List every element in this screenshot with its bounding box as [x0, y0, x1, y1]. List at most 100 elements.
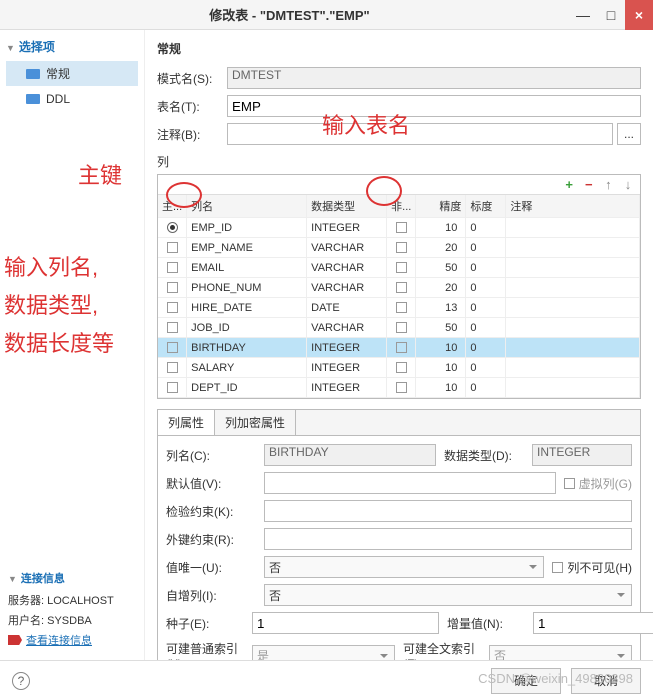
pk-checkbox[interactable] — [167, 342, 178, 353]
pk-checkbox[interactable] — [167, 322, 178, 333]
cell-prec[interactable]: 10 — [416, 218, 466, 238]
cancel-button[interactable]: 取消 — [571, 668, 641, 694]
pk-checkbox[interactable] — [167, 242, 178, 253]
cell-name[interactable]: DEPT_ID — [187, 378, 307, 398]
nn-checkbox[interactable] — [396, 322, 407, 333]
comment-input[interactable] — [227, 123, 613, 145]
col-hd-pk[interactable]: 主... — [158, 195, 187, 218]
nn-checkbox[interactable] — [396, 222, 407, 233]
pk-checkbox[interactable] — [167, 262, 178, 273]
tab-col-props[interactable]: 列属性 — [158, 410, 215, 435]
cell-scale[interactable]: 0 — [466, 278, 506, 298]
cell-scale[interactable]: 0 — [466, 238, 506, 258]
cell-scale[interactable]: 0 — [466, 358, 506, 378]
cell-prec[interactable]: 20 — [416, 278, 466, 298]
cell-comment[interactable] — [506, 218, 640, 238]
maximize-button[interactable]: □ — [597, 0, 625, 30]
cell-comment[interactable] — [506, 338, 640, 358]
cell-comment[interactable] — [506, 258, 640, 278]
cell-scale[interactable]: 0 — [466, 338, 506, 358]
cell-type[interactable]: INTEGER — [307, 358, 387, 378]
cell-prec[interactable]: 10 — [416, 378, 466, 398]
cell-prec[interactable]: 20 — [416, 238, 466, 258]
nn-checkbox[interactable] — [396, 282, 407, 293]
cell-type[interactable]: DATE — [307, 298, 387, 318]
cell-prec[interactable]: 50 — [416, 318, 466, 338]
cell-type[interactable]: INTEGER — [307, 218, 387, 238]
cell-comment[interactable] — [506, 278, 640, 298]
comment-more-button[interactable]: ... — [617, 123, 641, 145]
fk-input[interactable] — [264, 528, 632, 550]
incr-input[interactable] — [533, 612, 653, 634]
cell-comment[interactable] — [506, 238, 640, 258]
fulltext-select[interactable]: 否 — [489, 645, 632, 661]
close-button[interactable]: × — [625, 0, 653, 30]
columns-grid[interactable]: 主... 列名 数据类型 非... 精度 标度 注释 EMP_IDINTEGER… — [158, 195, 640, 398]
cell-type[interactable]: VARCHAR — [307, 238, 387, 258]
unique-select[interactable]: 否 — [264, 556, 544, 578]
table-row[interactable]: EMP_IDINTEGER 100 — [158, 218, 640, 238]
table-row[interactable]: SALARYINTEGER 100 — [158, 358, 640, 378]
nn-checkbox[interactable] — [396, 382, 407, 393]
minimize-button[interactable]: — — [569, 0, 597, 30]
ok-button[interactable]: 确定 — [491, 668, 561, 694]
tab-col-encrypt[interactable]: 列加密属性 — [215, 410, 296, 435]
default-input[interactable] — [264, 472, 556, 494]
cell-scale[interactable]: 0 — [466, 378, 506, 398]
pk-checkbox[interactable] — [167, 382, 178, 393]
sidebar-item-ddl[interactable]: DDL — [6, 88, 138, 110]
nn-checkbox[interactable] — [396, 242, 407, 253]
cell-type[interactable]: VARCHAR — [307, 318, 387, 338]
cell-scale[interactable]: 0 — [466, 318, 506, 338]
move-down-icon[interactable]: ↓ — [620, 177, 636, 192]
cell-type[interactable]: INTEGER — [307, 378, 387, 398]
add-column-icon[interactable]: + — [561, 177, 577, 192]
table-row[interactable]: HIRE_DATEDATE130 — [158, 298, 640, 318]
idx-select[interactable]: 是 — [252, 645, 395, 661]
cell-comment[interactable] — [506, 358, 640, 378]
nn-checkbox[interactable] — [396, 342, 407, 353]
nn-checkbox[interactable] — [396, 362, 407, 373]
table-row[interactable]: JOB_IDVARCHAR 500 — [158, 318, 640, 338]
cell-name[interactable]: JOB_ID — [187, 318, 307, 338]
table-name-input[interactable] — [227, 95, 641, 117]
cell-name[interactable]: EMP_NAME — [187, 238, 307, 258]
table-row[interactable]: EMP_NAMEVARCHAR 200 — [158, 238, 640, 258]
pk-checkbox[interactable] — [167, 302, 178, 313]
view-connection-link[interactable]: 查看连接信息 — [8, 632, 137, 648]
cell-name[interactable]: EMAIL — [187, 258, 307, 278]
cell-name[interactable]: EMP_ID — [187, 218, 307, 238]
pk-checkbox[interactable] — [167, 362, 178, 373]
cell-type[interactable]: VARCHAR — [307, 258, 387, 278]
col-hd-type[interactable]: 数据类型 — [307, 195, 387, 218]
cell-prec[interactable]: 10 — [416, 358, 466, 378]
cell-scale[interactable]: 0 — [466, 298, 506, 318]
table-row[interactable]: PHONE_NUMVARCHAR 200 — [158, 278, 640, 298]
move-up-icon[interactable]: ↑ — [600, 177, 616, 192]
cell-type[interactable]: INTEGER — [307, 338, 387, 358]
cell-scale[interactable]: 0 — [466, 218, 506, 238]
table-row[interactable]: BIRTHDAYINTEGER100 — [158, 338, 640, 358]
nn-checkbox[interactable] — [396, 302, 407, 313]
cell-name[interactable]: SALARY — [187, 358, 307, 378]
col-hd-scale[interactable]: 标度 — [466, 195, 506, 218]
col-hd-prec[interactable]: 精度 — [416, 195, 466, 218]
cell-comment[interactable] — [506, 298, 640, 318]
cell-prec[interactable]: 50 — [416, 258, 466, 278]
cell-type[interactable]: VARCHAR — [307, 278, 387, 298]
cell-comment[interactable] — [506, 318, 640, 338]
col-hd-comment[interactable]: 注释 — [506, 195, 640, 218]
nn-checkbox[interactable] — [396, 262, 407, 273]
cell-name[interactable]: PHONE_NUM — [187, 278, 307, 298]
col-hd-nn[interactable]: 非... — [387, 195, 416, 218]
autoinc-select[interactable]: 否 — [264, 584, 632, 606]
table-row[interactable]: EMAILVARCHAR 500 — [158, 258, 640, 278]
table-row[interactable]: DEPT_IDINTEGER 100 — [158, 378, 640, 398]
cell-scale[interactable]: 0 — [466, 258, 506, 278]
sidebar-item-general[interactable]: 常规 — [6, 61, 138, 86]
cell-comment[interactable] — [506, 378, 640, 398]
col-hd-name[interactable]: 列名 — [187, 195, 307, 218]
cell-name[interactable]: BIRTHDAY — [187, 338, 307, 358]
seed-input[interactable] — [252, 612, 439, 634]
cell-prec[interactable]: 13 — [416, 298, 466, 318]
